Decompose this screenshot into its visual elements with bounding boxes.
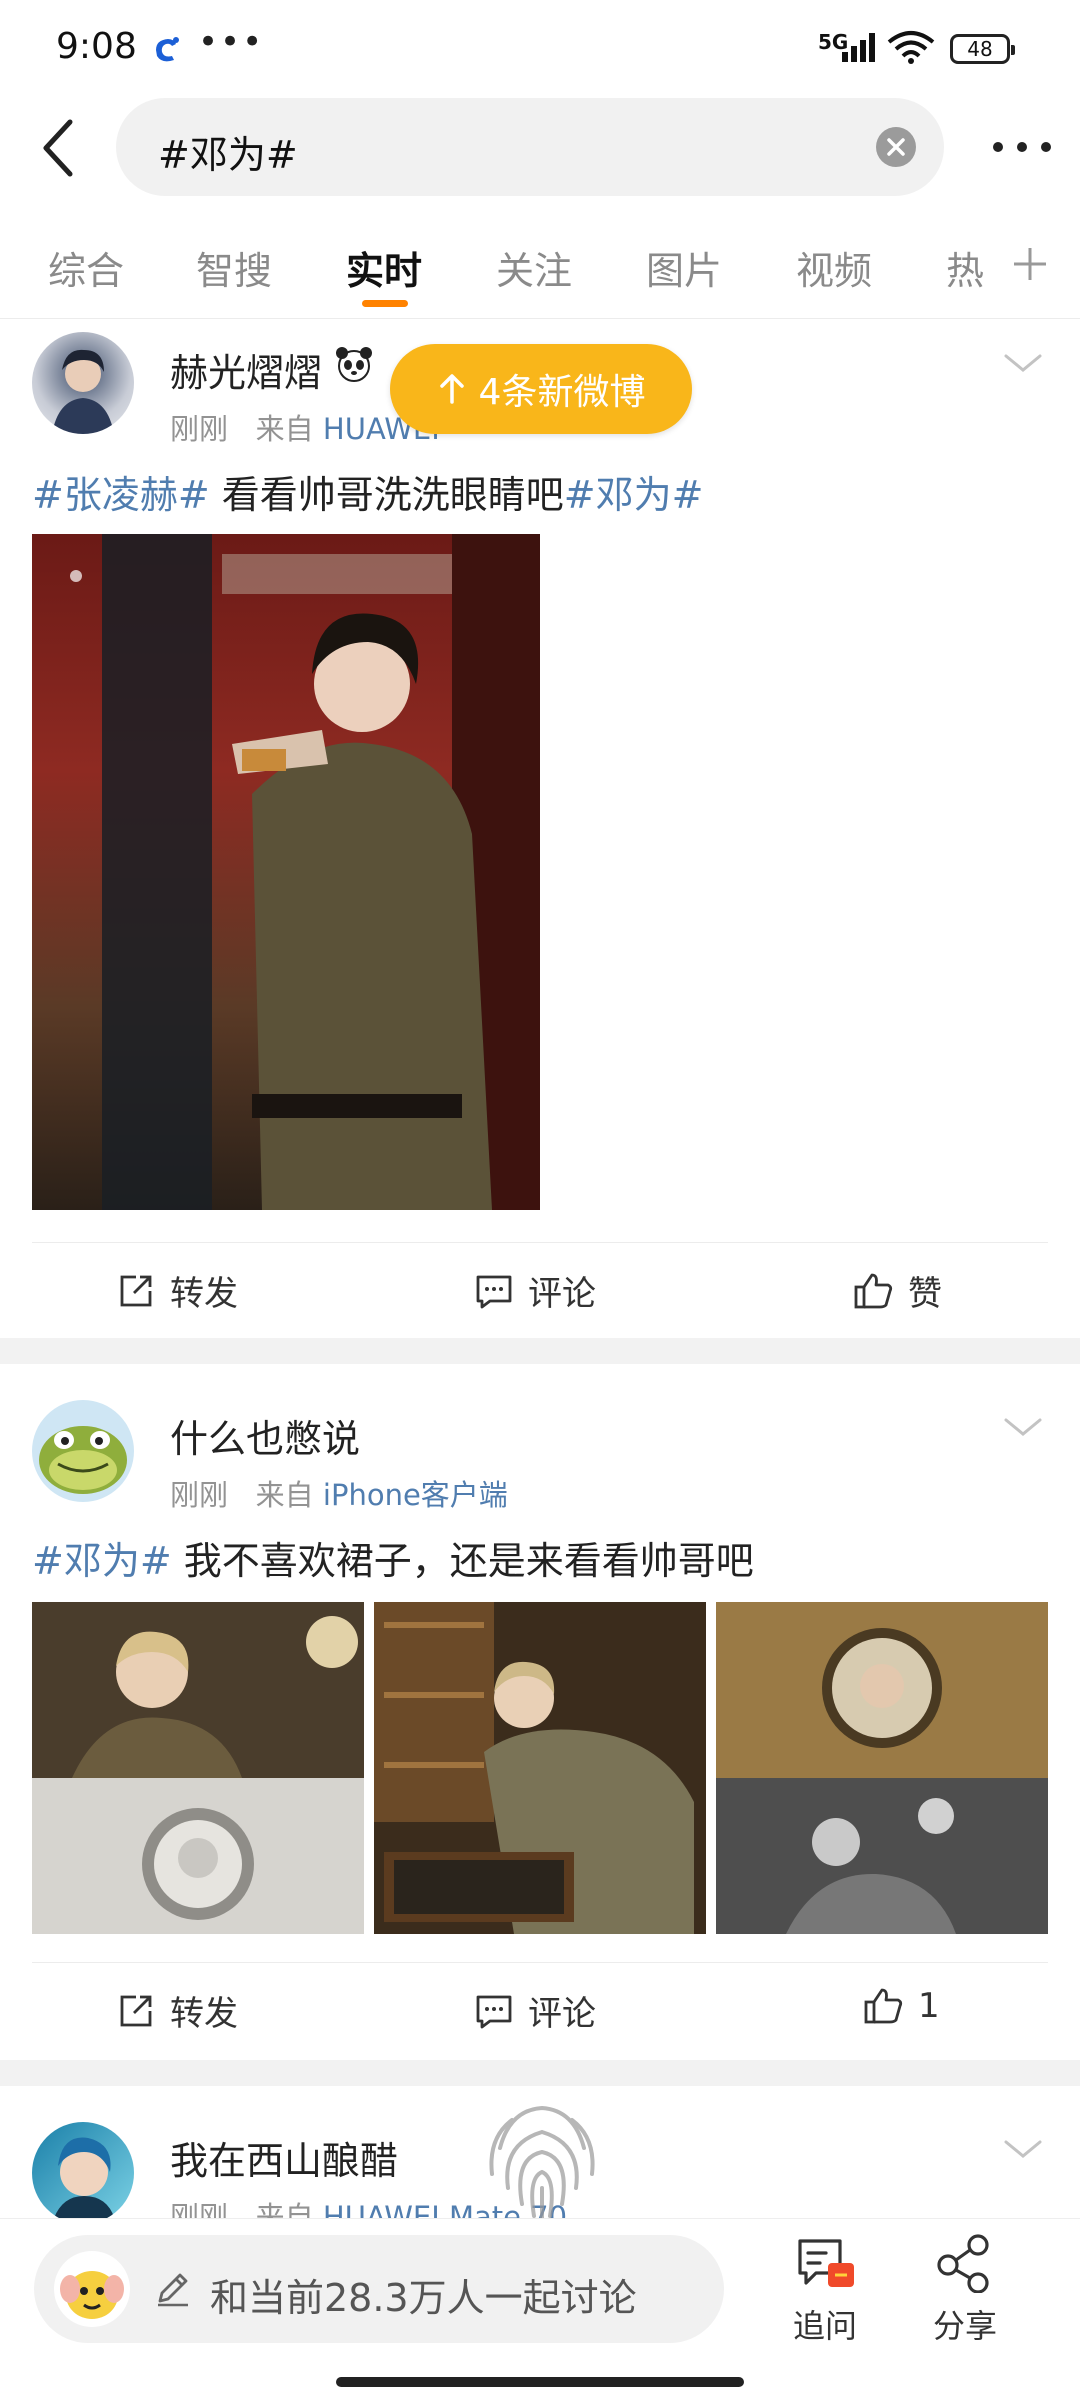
- add-tab-icon[interactable]: [1010, 244, 1050, 284]
- status-time: 9:08: [56, 26, 137, 67]
- repost-button[interactable]: 转发: [116, 1986, 238, 2035]
- hashtag-link[interactable]: #邓为#: [32, 1539, 172, 1583]
- weibo-notification-icon: [156, 37, 179, 62]
- back-icon[interactable]: [30, 110, 86, 186]
- tab-videos[interactable]: 视频: [796, 240, 872, 295]
- repost-label: 转发: [170, 1994, 238, 2034]
- tab-smart-search[interactable]: 智搜: [196, 240, 272, 295]
- share-button[interactable]: 分享: [910, 2233, 1020, 2347]
- discuss-placeholder: 和当前28.3万人一起讨论: [210, 2276, 637, 2320]
- post-username[interactable]: 什么也憋说: [170, 1408, 360, 1463]
- repost-icon: [120, 1995, 152, 2026]
- status-more-dots: •••: [198, 22, 265, 62]
- tab-realtime[interactable]: 实时: [346, 240, 422, 295]
- post-source[interactable]: iPhone客户端: [323, 1478, 508, 1512]
- post-from-label: 来自: [255, 1478, 314, 1512]
- comment-icon: [476, 1275, 512, 1308]
- battery-indicator: 48: [950, 34, 1015, 64]
- signal-icon: [842, 33, 875, 62]
- comment-button[interactable]: 评论: [474, 1986, 596, 2035]
- post-photo[interactable]: [374, 1602, 706, 1934]
- post-from-label: 来自: [255, 412, 314, 446]
- post-from-label: 来自: [255, 2200, 314, 2218]
- post-photo[interactable]: [716, 1602, 1048, 1934]
- post-text: #张凌赫# 看看帅哥洗洗眼睛吧#邓为#: [32, 464, 703, 519]
- weibo-post[interactable]: 赫光熠熠 刚刚 来自 HUAWEI #张凌赫# 看看帅哥洗洗眼睛吧#邓为# 转发…: [0, 320, 1080, 1330]
- feed-separator: [0, 2060, 1080, 2086]
- chevron-down-icon[interactable]: [1000, 2134, 1046, 2164]
- home-indicator[interactable]: [336, 2377, 744, 2387]
- weibo-post[interactable]: 什么也憋说 刚刚 来自 iPhone客户端 #邓为# 我不喜欢裙子，还是来看看帅…: [0, 1364, 1080, 2054]
- tab-comprehensive[interactable]: 综合: [48, 240, 124, 295]
- ask-icon: [798, 2239, 854, 2287]
- repost-label: 转发: [170, 1274, 238, 1314]
- post-time: 刚刚: [170, 2200, 229, 2218]
- actions-divider: [32, 1962, 1048, 1963]
- hashtag-link[interactable]: #邓为#: [564, 473, 704, 517]
- avatar[interactable]: [32, 332, 134, 434]
- actions-divider: [32, 1242, 1048, 1243]
- post-text: #邓为# 我不喜欢裙子，还是来看看帅哥吧: [32, 1530, 754, 1585]
- comment-label: 评论: [528, 1274, 596, 1314]
- tab-hot[interactable]: 热: [946, 240, 984, 295]
- post-meta: 刚刚 来自 iPhone客户端: [170, 1472, 508, 1514]
- post-body-text: 看看帅哥洗洗眼睛吧: [209, 473, 564, 517]
- tab-images[interactable]: 图片: [646, 240, 722, 295]
- status-bar: 9:08 ••• 5G 48: [0, 0, 1080, 96]
- ask-label: 追问: [792, 2307, 857, 2345]
- like-count: 1: [918, 1986, 940, 2026]
- feed-separator: [0, 1338, 1080, 1364]
- active-tab-indicator: [362, 300, 408, 307]
- emoji-avatar-icon: [54, 2251, 130, 2327]
- bottom-bar: 和当前28.3万人一起讨论 追问 分享: [0, 2218, 1080, 2400]
- post-time: 刚刚: [170, 1478, 229, 1512]
- comment-icon: [476, 1995, 512, 2028]
- hashtag-link[interactable]: #张凌赫#: [32, 473, 210, 517]
- like-button[interactable]: 1: [862, 1986, 940, 2026]
- post-photo[interactable]: [32, 534, 540, 1210]
- new-posts-label: 4条新微博: [478, 372, 646, 413]
- wifi-icon: [887, 31, 935, 64]
- post-photo[interactable]: [32, 1602, 364, 1934]
- discuss-input[interactable]: 和当前28.3万人一起讨论: [34, 2235, 724, 2343]
- avatar[interactable]: [32, 1400, 134, 1502]
- search-tabs: 综合 智搜 实时 关注 图片 视频 热: [0, 226, 1080, 316]
- search-query[interactable]: #邓为#: [158, 124, 298, 179]
- repost-button[interactable]: 转发: [116, 1266, 238, 1315]
- search-input[interactable]: #邓为#: [116, 98, 944, 196]
- tabs-divider: [0, 318, 1080, 319]
- repost-icon: [120, 1275, 152, 1306]
- post-time: 刚刚: [170, 412, 229, 446]
- like-icon: [854, 1273, 893, 1308]
- like-button[interactable]: 赞: [852, 1266, 942, 1315]
- fingerprint-icon[interactable]: [470, 2088, 614, 2232]
- chevron-down-icon[interactable]: [1000, 1412, 1046, 1442]
- post-body-text: 我不喜欢裙子，还是来看看帅哥吧: [171, 1539, 754, 1583]
- panda-badge-icon: [336, 347, 372, 382]
- share-label: 分享: [932, 2307, 997, 2345]
- avatar[interactable]: [32, 2122, 134, 2218]
- chevron-down-icon[interactable]: [1000, 348, 1046, 378]
- comment-label: 评论: [528, 1994, 596, 2034]
- like-icon: [864, 1988, 903, 2024]
- post-username[interactable]: 我在西山酿醋: [170, 2130, 398, 2185]
- clear-icon[interactable]: [876, 127, 916, 167]
- like-label: 赞: [908, 1274, 942, 1314]
- pencil-icon: [158, 2273, 188, 2307]
- arrow-up-icon: [439, 374, 464, 404]
- tab-following[interactable]: 关注: [496, 240, 572, 295]
- ask-button[interactable]: 追问: [770, 2233, 880, 2347]
- share-icon: [937, 2234, 989, 2294]
- post-username[interactable]: 赫光熠熠: [170, 342, 322, 397]
- more-icon[interactable]: [990, 124, 1054, 170]
- comment-button[interactable]: 评论: [474, 1266, 596, 1315]
- new-posts-button[interactable]: 4条新微博: [390, 344, 692, 434]
